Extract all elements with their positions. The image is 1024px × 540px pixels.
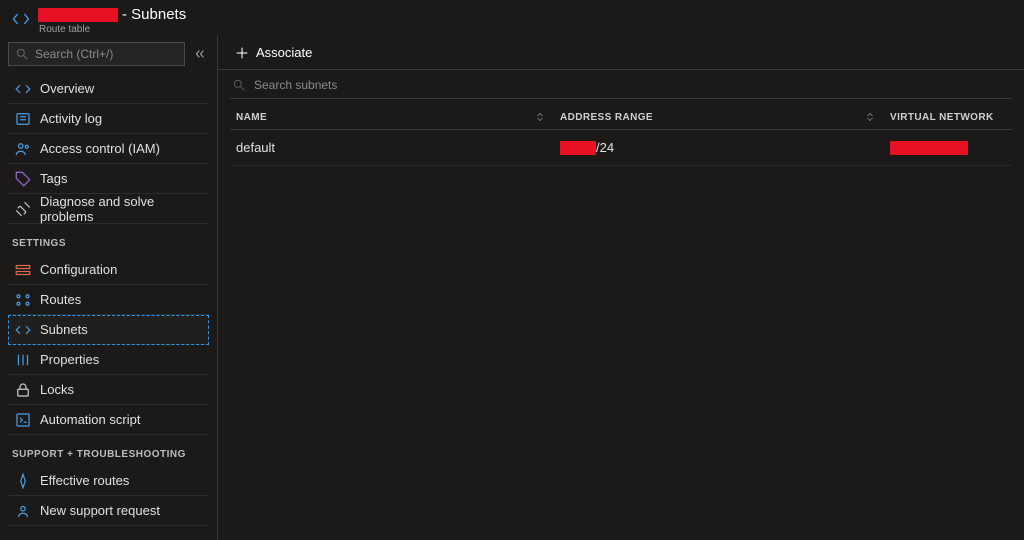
column-header-virtual-network[interactable]: VIRTUAL NETWORK <box>890 111 1012 123</box>
sidebar-item-iam[interactable]: Access control (IAM) <box>8 134 209 164</box>
sidebar-item-label: Overview <box>40 81 94 96</box>
effective-routes-icon <box>14 472 32 490</box>
routes-icon <box>14 291 32 309</box>
sidebar-item-label: Subnets <box>40 322 88 337</box>
sidebar-item-label: Locks <box>40 382 74 397</box>
associate-button[interactable]: Associate <box>228 41 318 65</box>
cell-name: default <box>230 140 560 155</box>
sidebar-item-diagnose[interactable]: Diagnose and solve problems <box>8 194 209 224</box>
subnet-search-placeholder: Search subnets <box>254 78 337 92</box>
cell-address-range: /24 <box>560 140 890 155</box>
sidebar-item-label: Properties <box>40 352 99 367</box>
sidebar-item-effective-routes[interactable]: Effective routes <box>8 466 209 496</box>
plus-icon <box>234 45 250 61</box>
iam-icon <box>14 140 32 158</box>
chevron-double-left-icon <box>193 47 207 61</box>
sidebar-item-activity-log[interactable]: Activity log <box>8 104 209 134</box>
section-heading-settings: SETTINGS <box>8 224 209 255</box>
sidebar-search-input[interactable]: Search (Ctrl+/) <box>8 42 185 66</box>
lock-icon <box>14 381 32 399</box>
search-icon <box>232 78 246 92</box>
sidebar-item-subnets[interactable]: Subnets <box>8 315 209 345</box>
sidebar-item-new-support-request[interactable]: New support request <box>8 496 209 526</box>
sidebar-item-automation-script[interactable]: Automation script <box>8 405 209 435</box>
sidebar-item-label: Routes <box>40 292 81 307</box>
sidebar-item-label: Activity log <box>40 111 102 126</box>
address-prefix-redacted <box>560 141 596 155</box>
main-panel: Associate Search subnets NAME ADDRESS RA… <box>218 36 1024 540</box>
resource-name-redacted <box>38 8 118 22</box>
search-icon <box>15 47 29 61</box>
sidebar-search-placeholder: Search (Ctrl+/) <box>35 47 113 61</box>
sidebar-item-locks[interactable]: Locks <box>8 375 209 405</box>
sidebar-item-properties[interactable]: Properties <box>8 345 209 375</box>
resource-type-label: Route table <box>39 24 186 35</box>
sidebar-item-label: Diagnose and solve problems <box>40 194 205 224</box>
grid-header: NAME ADDRESS RANGE VIRTUAL NETWORK <box>230 103 1012 130</box>
properties-icon <box>14 351 32 369</box>
configuration-icon <box>14 261 32 279</box>
subnet-search-input[interactable]: Search subnets <box>230 78 1012 99</box>
tags-icon <box>14 170 32 188</box>
sidebar-item-label: Automation script <box>40 412 140 427</box>
sidebar-item-tags[interactable]: Tags <box>8 164 209 194</box>
toolbar: Associate <box>218 36 1024 70</box>
sidebar-item-label: Effective routes <box>40 473 129 488</box>
diagnose-icon <box>14 200 32 218</box>
section-heading-support: SUPPORT + TROUBLESHOOTING <box>8 435 209 466</box>
subnets-icon <box>14 321 32 339</box>
sidebar-item-routes[interactable]: Routes <box>8 285 209 315</box>
blade-header: - Subnets Route table <box>0 0 1024 36</box>
sort-icon <box>534 111 546 123</box>
page-title: - Subnets <box>122 6 186 23</box>
support-icon <box>14 502 32 520</box>
sidebar-item-overview[interactable]: Overview <box>8 74 209 104</box>
route-table-icon <box>10 8 32 30</box>
activity-log-icon <box>14 110 32 128</box>
sidebar: Search (Ctrl+/) Overview Activity log A <box>0 36 218 540</box>
sidebar-item-label: Access control (IAM) <box>40 141 160 156</box>
column-header-name[interactable]: NAME <box>230 111 560 123</box>
column-header-address-range[interactable]: ADDRESS RANGE <box>560 111 890 123</box>
sidebar-item-label: New support request <box>40 503 160 518</box>
subnets-grid: NAME ADDRESS RANGE VIRTUAL NETWORK defau… <box>230 103 1012 166</box>
cell-virtual-network <box>890 140 1012 155</box>
sort-icon <box>864 111 876 123</box>
collapse-sidebar-button[interactable] <box>191 45 209 63</box>
script-icon <box>14 411 32 429</box>
sidebar-item-label: Configuration <box>40 262 117 277</box>
table-row[interactable]: default /24 <box>230 130 1012 166</box>
overview-icon <box>14 80 32 98</box>
associate-button-label: Associate <box>256 45 312 60</box>
sidebar-item-configuration[interactable]: Configuration <box>8 255 209 285</box>
sidebar-item-label: Tags <box>40 171 67 186</box>
vnet-redacted <box>890 141 968 155</box>
